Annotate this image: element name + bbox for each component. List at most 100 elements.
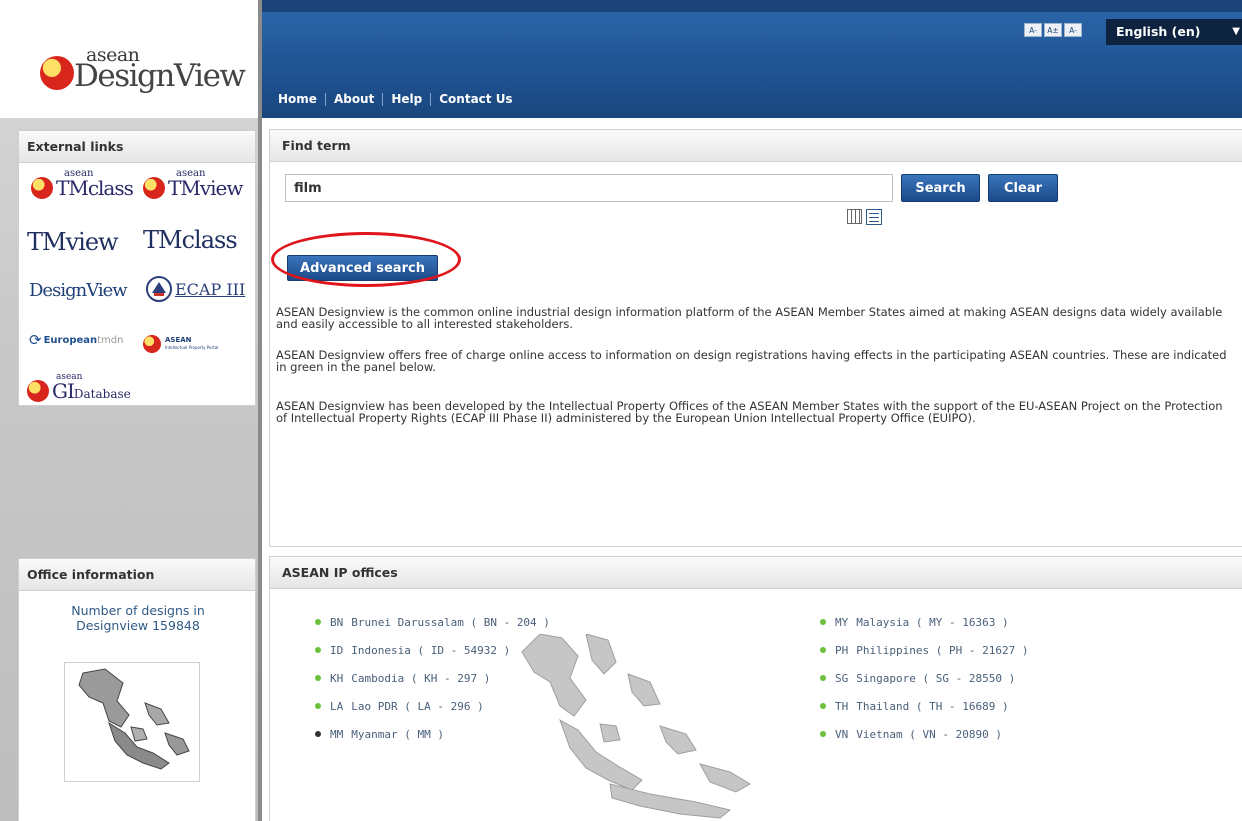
office-code: PH bbox=[835, 643, 849, 657]
office-code: VN bbox=[835, 727, 849, 741]
status-dot-icon bbox=[820, 731, 826, 737]
design-count-text: Number of designs in Designview 159848 bbox=[19, 603, 257, 633]
site-header: A- A± A- English (en) ▼ Home About Help … bbox=[262, 0, 1242, 118]
status-dot-icon bbox=[820, 619, 826, 625]
language-select[interactable]: English (en) ▼ bbox=[1106, 19, 1242, 45]
nav-about[interactable]: About bbox=[326, 93, 384, 106]
list-view-icon[interactable] bbox=[866, 209, 882, 225]
external-links-title: External links bbox=[19, 131, 255, 163]
office-code: MM bbox=[330, 727, 344, 741]
link-text: European bbox=[43, 334, 98, 346]
link-tmclass[interactable]: TMclass bbox=[143, 226, 238, 254]
office-code: MY bbox=[835, 615, 849, 629]
asean-emblem-icon bbox=[31, 177, 53, 199]
office-information-title: Office information bbox=[19, 559, 255, 591]
link-label: asean TMview bbox=[168, 168, 243, 200]
office-item-th[interactable]: TH Thailand ( TH - 16689 ) bbox=[820, 692, 1028, 720]
office-label: Myanmar ( MM ) bbox=[351, 727, 444, 741]
font-size-controls: A- A± A- bbox=[1024, 23, 1082, 37]
office-code: BN bbox=[330, 615, 344, 629]
link-asean-ip-portal[interactable]: ASEAN Intellectual Property Portal bbox=[143, 335, 218, 353]
office-label: Singapore ( SG - 28550 ) bbox=[856, 671, 1016, 685]
office-item-bn[interactable]: BN Brunei Darussalam ( BN - 204 ) bbox=[315, 608, 550, 636]
link-suffix: tmdn bbox=[97, 334, 124, 346]
font-reset-button[interactable]: A± bbox=[1044, 23, 1062, 37]
office-item-sg[interactable]: SG Singapore ( SG - 28550 ) bbox=[820, 664, 1028, 692]
intro-paragraph-1: ASEAN Designview is the common online in… bbox=[276, 305, 1223, 331]
font-decrease-button[interactable]: A- bbox=[1024, 23, 1042, 37]
link-small-text: asean bbox=[56, 372, 83, 382]
sidebar-divider bbox=[258, 0, 262, 821]
link-ecap[interactable]: ECAP III bbox=[145, 276, 245, 302]
status-dot-icon bbox=[315, 619, 321, 625]
link-label: asean TMclass bbox=[56, 168, 134, 200]
link-designview[interactable]: DesignView bbox=[29, 280, 128, 301]
chevron-down-icon: ▼ bbox=[1232, 26, 1240, 37]
grid-view-icon[interactable] bbox=[847, 209, 862, 224]
office-information-panel: Office information Number of designs in … bbox=[18, 558, 256, 821]
external-links-panel: External links asean TMclass asean TMvie… bbox=[18, 130, 256, 406]
search-input[interactable] bbox=[285, 174, 893, 202]
intro-paragraph-2: ASEAN Designview offers free of charge o… bbox=[276, 348, 1227, 374]
nav-help[interactable]: Help bbox=[383, 93, 432, 106]
site-logo[interactable]: asean DesignView bbox=[0, 0, 258, 118]
nav-contact-us[interactable]: Contact Us bbox=[431, 93, 520, 106]
office-label: Indonesia ( ID - 54932 ) bbox=[351, 643, 511, 657]
office-code: KH bbox=[330, 671, 344, 685]
office-map-thumbnail[interactable] bbox=[64, 662, 200, 782]
header-top-band bbox=[262, 0, 1242, 12]
office-label: Lao PDR ( LA - 296 ) bbox=[351, 699, 484, 713]
office-label: Philippines ( PH - 21627 ) bbox=[856, 643, 1029, 657]
office-label: Brunei Darussalam ( BN - 204 ) bbox=[351, 615, 550, 629]
link-subtext: Intellectual Property Portal bbox=[165, 345, 219, 350]
font-increase-button[interactable]: A- bbox=[1064, 23, 1082, 37]
design-count-line1: Number of designs in bbox=[71, 603, 205, 618]
office-item-ph[interactable]: PH Philippines ( PH - 21627 ) bbox=[820, 636, 1028, 664]
asean-emblem-icon bbox=[143, 335, 161, 353]
status-dot-icon bbox=[820, 647, 826, 653]
design-count-line2: Designview 159848 bbox=[76, 618, 200, 633]
link-asean-tmview[interactable]: asean TMview bbox=[143, 168, 243, 200]
office-label: Cambodia ( KH - 297 ) bbox=[351, 671, 491, 685]
office-code: TH bbox=[835, 699, 849, 713]
region-map-icon bbox=[78, 668, 190, 770]
office-label: Thailand ( TH - 16689 ) bbox=[856, 699, 1009, 713]
status-dot-icon bbox=[315, 675, 321, 681]
logo-big-text: DesignView bbox=[74, 58, 246, 94]
link-small-text: asean bbox=[64, 168, 94, 179]
search-button[interactable]: Search bbox=[901, 174, 980, 202]
main-nav: Home About Help Contact Us bbox=[272, 93, 521, 106]
status-dot-icon bbox=[820, 703, 826, 709]
office-code: ID bbox=[330, 643, 344, 657]
asean-emblem-icon bbox=[27, 380, 49, 402]
link-text: ASEAN bbox=[165, 336, 192, 344]
find-term-panel: Find term Search Clear Advanced search A… bbox=[269, 129, 1242, 547]
asean-emblem-icon bbox=[143, 177, 165, 199]
link-asean-tmclass[interactable]: asean TMclass bbox=[31, 168, 134, 200]
office-code: SG bbox=[835, 671, 849, 685]
link-label: asean GIDatabase bbox=[52, 372, 131, 403]
link-text: TMview bbox=[168, 176, 243, 200]
asean-emblem-icon bbox=[40, 56, 74, 90]
link-text: TMclass bbox=[56, 176, 134, 200]
office-label: Vietnam ( VN - 20890 ) bbox=[856, 727, 1002, 741]
link-asean-gi-database[interactable]: asean GIDatabase bbox=[27, 372, 131, 403]
status-dot-icon bbox=[820, 675, 826, 681]
office-item-vn[interactable]: VN Vietnam ( VN - 20890 ) bbox=[820, 720, 1028, 748]
clear-button[interactable]: Clear bbox=[988, 174, 1058, 202]
asean-region-map bbox=[521, 634, 751, 819]
ecap-emblem-icon bbox=[146, 276, 172, 302]
advanced-search-button[interactable]: Advanced search bbox=[287, 255, 438, 281]
link-european-tmdn[interactable]: ⟳ European tmdn bbox=[29, 331, 124, 349]
office-code: LA bbox=[330, 699, 344, 713]
office-list-right: MY Malaysia ( MY - 16363 ) PH Philippines … bbox=[820, 608, 1028, 748]
link-text: GI bbox=[52, 379, 75, 403]
link-text: ECAP III bbox=[175, 279, 246, 299]
office-label: Malaysia ( MY - 16363 ) bbox=[856, 615, 1009, 629]
office-item-my[interactable]: MY Malaysia ( MY - 16363 ) bbox=[820, 608, 1028, 636]
status-dot-icon bbox=[315, 731, 321, 737]
status-dot-icon bbox=[315, 703, 321, 709]
nav-home[interactable]: Home bbox=[272, 93, 326, 106]
link-label: ASEAN Intellectual Property Portal bbox=[165, 337, 218, 351]
link-tmview[interactable]: TMview bbox=[27, 228, 119, 256]
